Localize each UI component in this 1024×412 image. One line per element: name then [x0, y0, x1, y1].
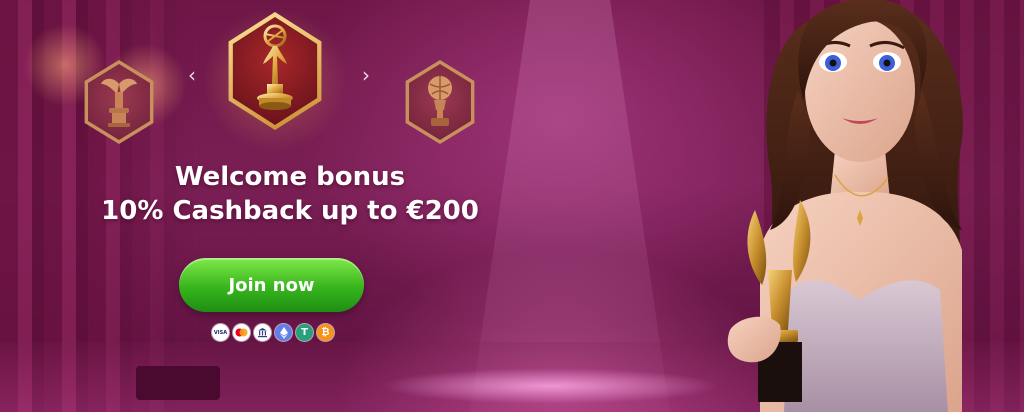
winged-trophy-icon	[101, 78, 137, 127]
headline-offer: 10% Cashback up to €200	[101, 196, 479, 226]
spotlight-floor-glow	[380, 368, 720, 404]
bitcoin-icon: ₿	[317, 324, 334, 341]
globe-trophy-icon	[428, 76, 452, 126]
promo-banner: ‹ › Welcome bonus 10% Cashback up to €20…	[0, 0, 1024, 412]
host-character-illustration	[727, 0, 964, 412]
headline-title: Welcome bonus	[174, 162, 406, 192]
carousel-prev-button[interactable]: ‹	[182, 64, 202, 86]
mastercard-icon	[233, 324, 250, 341]
bank-icon	[254, 324, 271, 341]
join-now-button[interactable]: Join now	[179, 258, 364, 312]
chevron-left-icon: ‹	[188, 63, 196, 87]
award-statuette-icon	[257, 24, 293, 110]
tether-icon: T	[296, 324, 313, 341]
carousel-next-button[interactable]: ›	[356, 64, 376, 86]
chevron-right-icon: ›	[362, 63, 370, 87]
stage-prop-box	[136, 366, 220, 400]
visa-icon: VISA	[212, 324, 229, 341]
ethereum-icon	[275, 324, 292, 341]
carousel-item-globe-trophy[interactable]	[405, 60, 475, 144]
bonus-headline: Welcome bonus 10% Cashback up to €200	[80, 160, 500, 228]
payment-methods-row: VISA T ₿	[212, 324, 334, 341]
